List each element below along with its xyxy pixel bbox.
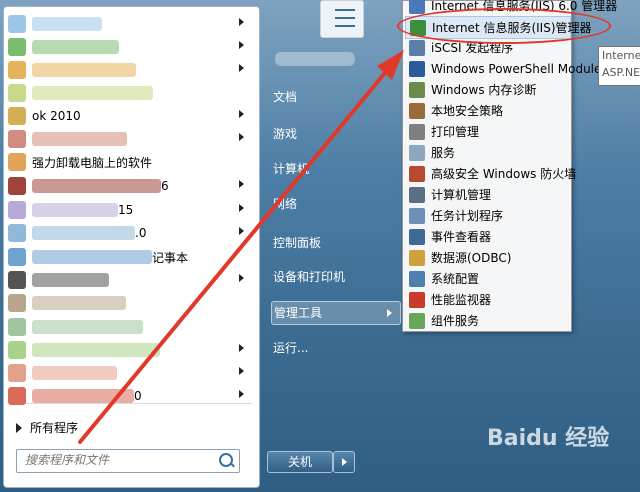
- watermark: Baidu 经验: [487, 426, 610, 451]
- annotation-arrow: [78, 50, 404, 444]
